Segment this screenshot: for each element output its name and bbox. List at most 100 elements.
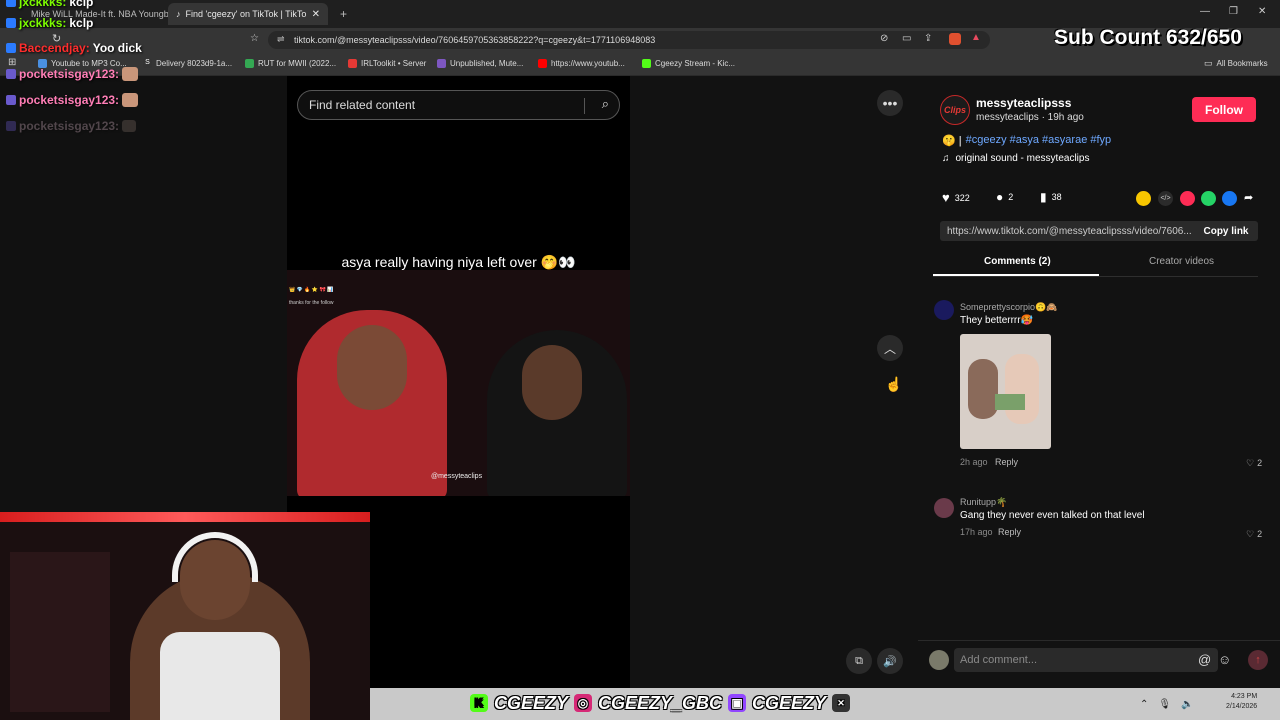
kick-icon <box>642 58 651 68</box>
badge-icon <box>6 18 16 28</box>
bookmark-item[interactable]: Cgeezy Stream - Kic... <box>642 56 735 70</box>
avatar <box>929 650 949 670</box>
tab-comments[interactable]: Comments (2) <box>984 256 1051 267</box>
face-right <box>522 345 582 420</box>
headset <box>172 532 258 582</box>
speaker-icon[interactable]: 🔈 <box>1181 699 1193 710</box>
comment-icon: ● <box>996 190 1004 204</box>
tab-indicator <box>933 274 1099 276</box>
bookmark-icon: ▮ <box>1040 190 1047 204</box>
speaker-icon: 🔊 <box>883 655 897 668</box>
comment-like-button[interactable]: ♡ 2 <box>1246 458 1262 469</box>
cursor-icon: ☝ <box>885 376 903 392</box>
chevron-up-icon: ︿ <box>883 341 896 356</box>
previous-video-button[interactable]: ︿ <box>877 335 903 361</box>
picture-in-picture-button[interactable]: ⧉ <box>846 648 872 674</box>
chat-message: pocketsisgay123: <box>6 119 137 133</box>
ellipsis-icon: ••• <box>882 95 898 111</box>
tray-chevron-icon[interactable]: ⌃ <box>1140 699 1148 710</box>
folder-icon: ▭ <box>1204 57 1213 68</box>
brave-shield-icon[interactable] <box>949 33 961 45</box>
screen: Mike WiLL Made-It ft. NBA Youngbo ♪ Find… <box>0 0 1280 720</box>
kick-icon: K <box>470 694 488 712</box>
heart-outline-icon: ♡ <box>1246 529 1255 539</box>
minimize-icon[interactable]: — <box>1200 6 1210 17</box>
save-button[interactable]: ▮ 38 <box>1040 190 1062 204</box>
comment-input[interactable]: Add comment... <box>954 648 1218 672</box>
shoe-shelf <box>10 552 110 712</box>
sound-link[interactable]: ♫ original sound - messyteaclips <box>942 153 1089 164</box>
comment-button[interactable]: ● 2 <box>996 190 1013 204</box>
share-icon[interactable]: ⇪ <box>924 33 932 44</box>
chat-message: jxckkks: kclp <box>6 0 93 9</box>
instagram-icon: ◎ <box>574 694 593 712</box>
overlay-text: thanks for the follow <box>289 300 334 306</box>
facebook-icon[interactable] <box>1222 191 1237 206</box>
reply-button[interactable]: Reply <box>998 527 1021 537</box>
youtube-icon <box>538 58 547 68</box>
search-input[interactable]: Find related content ⌕ <box>297 90 620 120</box>
video-controls-area <box>630 76 918 688</box>
microphone-icon[interactable]: 🎙 <box>1158 699 1171 710</box>
reply-button[interactable]: Reply <box>995 457 1018 467</box>
watermark: @messyteaclips <box>431 473 483 480</box>
emote-icon <box>122 120 137 132</box>
avatar[interactable] <box>934 300 954 320</box>
search-icon[interactable]: ⌕ <box>602 96 609 112</box>
post-username[interactable]: messyteaclipsss <box>976 96 1071 110</box>
comment-image[interactable] <box>960 334 1051 449</box>
all-bookmarks[interactable]: ▭ All Bookmarks <box>1204 56 1268 70</box>
cast-icon[interactable]: ▭ <box>902 33 911 44</box>
video-player[interactable]: 👑 💎 🔥 ⭐ 🎀 📊 thanks for the follow @messy… <box>287 270 630 496</box>
streamer-shirt <box>160 632 280 720</box>
close-tab-icon[interactable]: ✕ <box>312 9 320 20</box>
taskbar-clock[interactable]: 4:23 PM 2/14/2026 <box>1226 692 1257 712</box>
close-window-icon[interactable]: ✕ <box>1258 6 1266 17</box>
mention-icon[interactable]: @ <box>1198 652 1211 667</box>
avatar[interactable] <box>934 498 954 518</box>
bookmark-item[interactable]: https://www.youtub... <box>538 56 625 70</box>
chat-message: pocketsisgay123: <box>6 67 139 81</box>
comment-time: 17h ago <box>960 527 993 537</box>
tab-divider <box>933 276 1258 277</box>
face-left <box>337 325 407 410</box>
comment-text: They betterrrr🥵 <box>960 315 1034 326</box>
post-comment-button[interactable]: ↑ <box>1248 650 1268 670</box>
comment-text: Gang they never even talked on that leve… <box>960 510 1145 521</box>
volume-button[interactable]: 🔊 <box>877 648 903 674</box>
badge-icon <box>6 121 16 131</box>
comment-author[interactable]: Someprettyscorpio🙃🙈 <box>960 302 1057 313</box>
emoji-icon[interactable]: ☺ <box>1218 652 1231 667</box>
emoji-row: 👑 💎 🔥 ⭐ 🎀 📊 <box>289 287 334 293</box>
rewards-icon[interactable]: ▲ <box>971 32 981 43</box>
embed-icon[interactable]: </> <box>1158 191 1173 206</box>
heart-outline-icon: ♡ <box>1246 458 1255 468</box>
follow-button[interactable]: Follow <box>1192 97 1256 122</box>
post-description: 🤫 | #cgeezy #asya #asyarae #fyp <box>942 134 1112 147</box>
post-byline: messyteaclips · 19h ago <box>976 112 1084 123</box>
tab-creator-videos[interactable]: Creator videos <box>1149 256 1214 267</box>
more-options-button[interactable]: ••• <box>877 90 903 116</box>
chat-message: jxckkks: kclp <box>6 16 93 30</box>
share-arrow-icon[interactable]: ➦ <box>1244 191 1253 204</box>
copy-link-button[interactable]: Copy link <box>1194 221 1258 241</box>
avatar[interactable]: Clips <box>940 95 970 125</box>
no-tracking-icon[interactable]: ⊘ <box>880 33 888 44</box>
bookmark-item[interactable]: Unpublished, Mute... <box>437 56 523 70</box>
restore-icon[interactable]: ❐ <box>1229 6 1238 17</box>
stream-chat-overlay: jxckkks: kclp jxckkks: kclp Baccendjay: Yoo… <box>2 0 287 140</box>
comment-like-button[interactable]: ♡ 2 <box>1246 529 1262 540</box>
pip-icon: ⧉ <box>855 654 863 667</box>
like-button[interactable]: ♥ 322 <box>942 190 970 205</box>
bookmark-item[interactable]: IRLToolkit • Server <box>348 56 426 70</box>
send-icon[interactable] <box>1180 191 1195 206</box>
comment-author[interactable]: Runitupp🌴 <box>960 497 1007 508</box>
led-strip <box>0 512 370 522</box>
whatsapp-icon[interactable] <box>1201 191 1216 206</box>
hashtags[interactable]: #cgeezy #asya #asyarae #fyp <box>966 134 1112 147</box>
system-tray: ⌃ 🎙 🔈 <box>1140 690 1194 718</box>
badge-icon <box>6 43 16 53</box>
coin-icon[interactable] <box>1136 191 1151 206</box>
irl-icon <box>348 58 357 68</box>
new-tab-button[interactable]: + <box>332 3 355 25</box>
